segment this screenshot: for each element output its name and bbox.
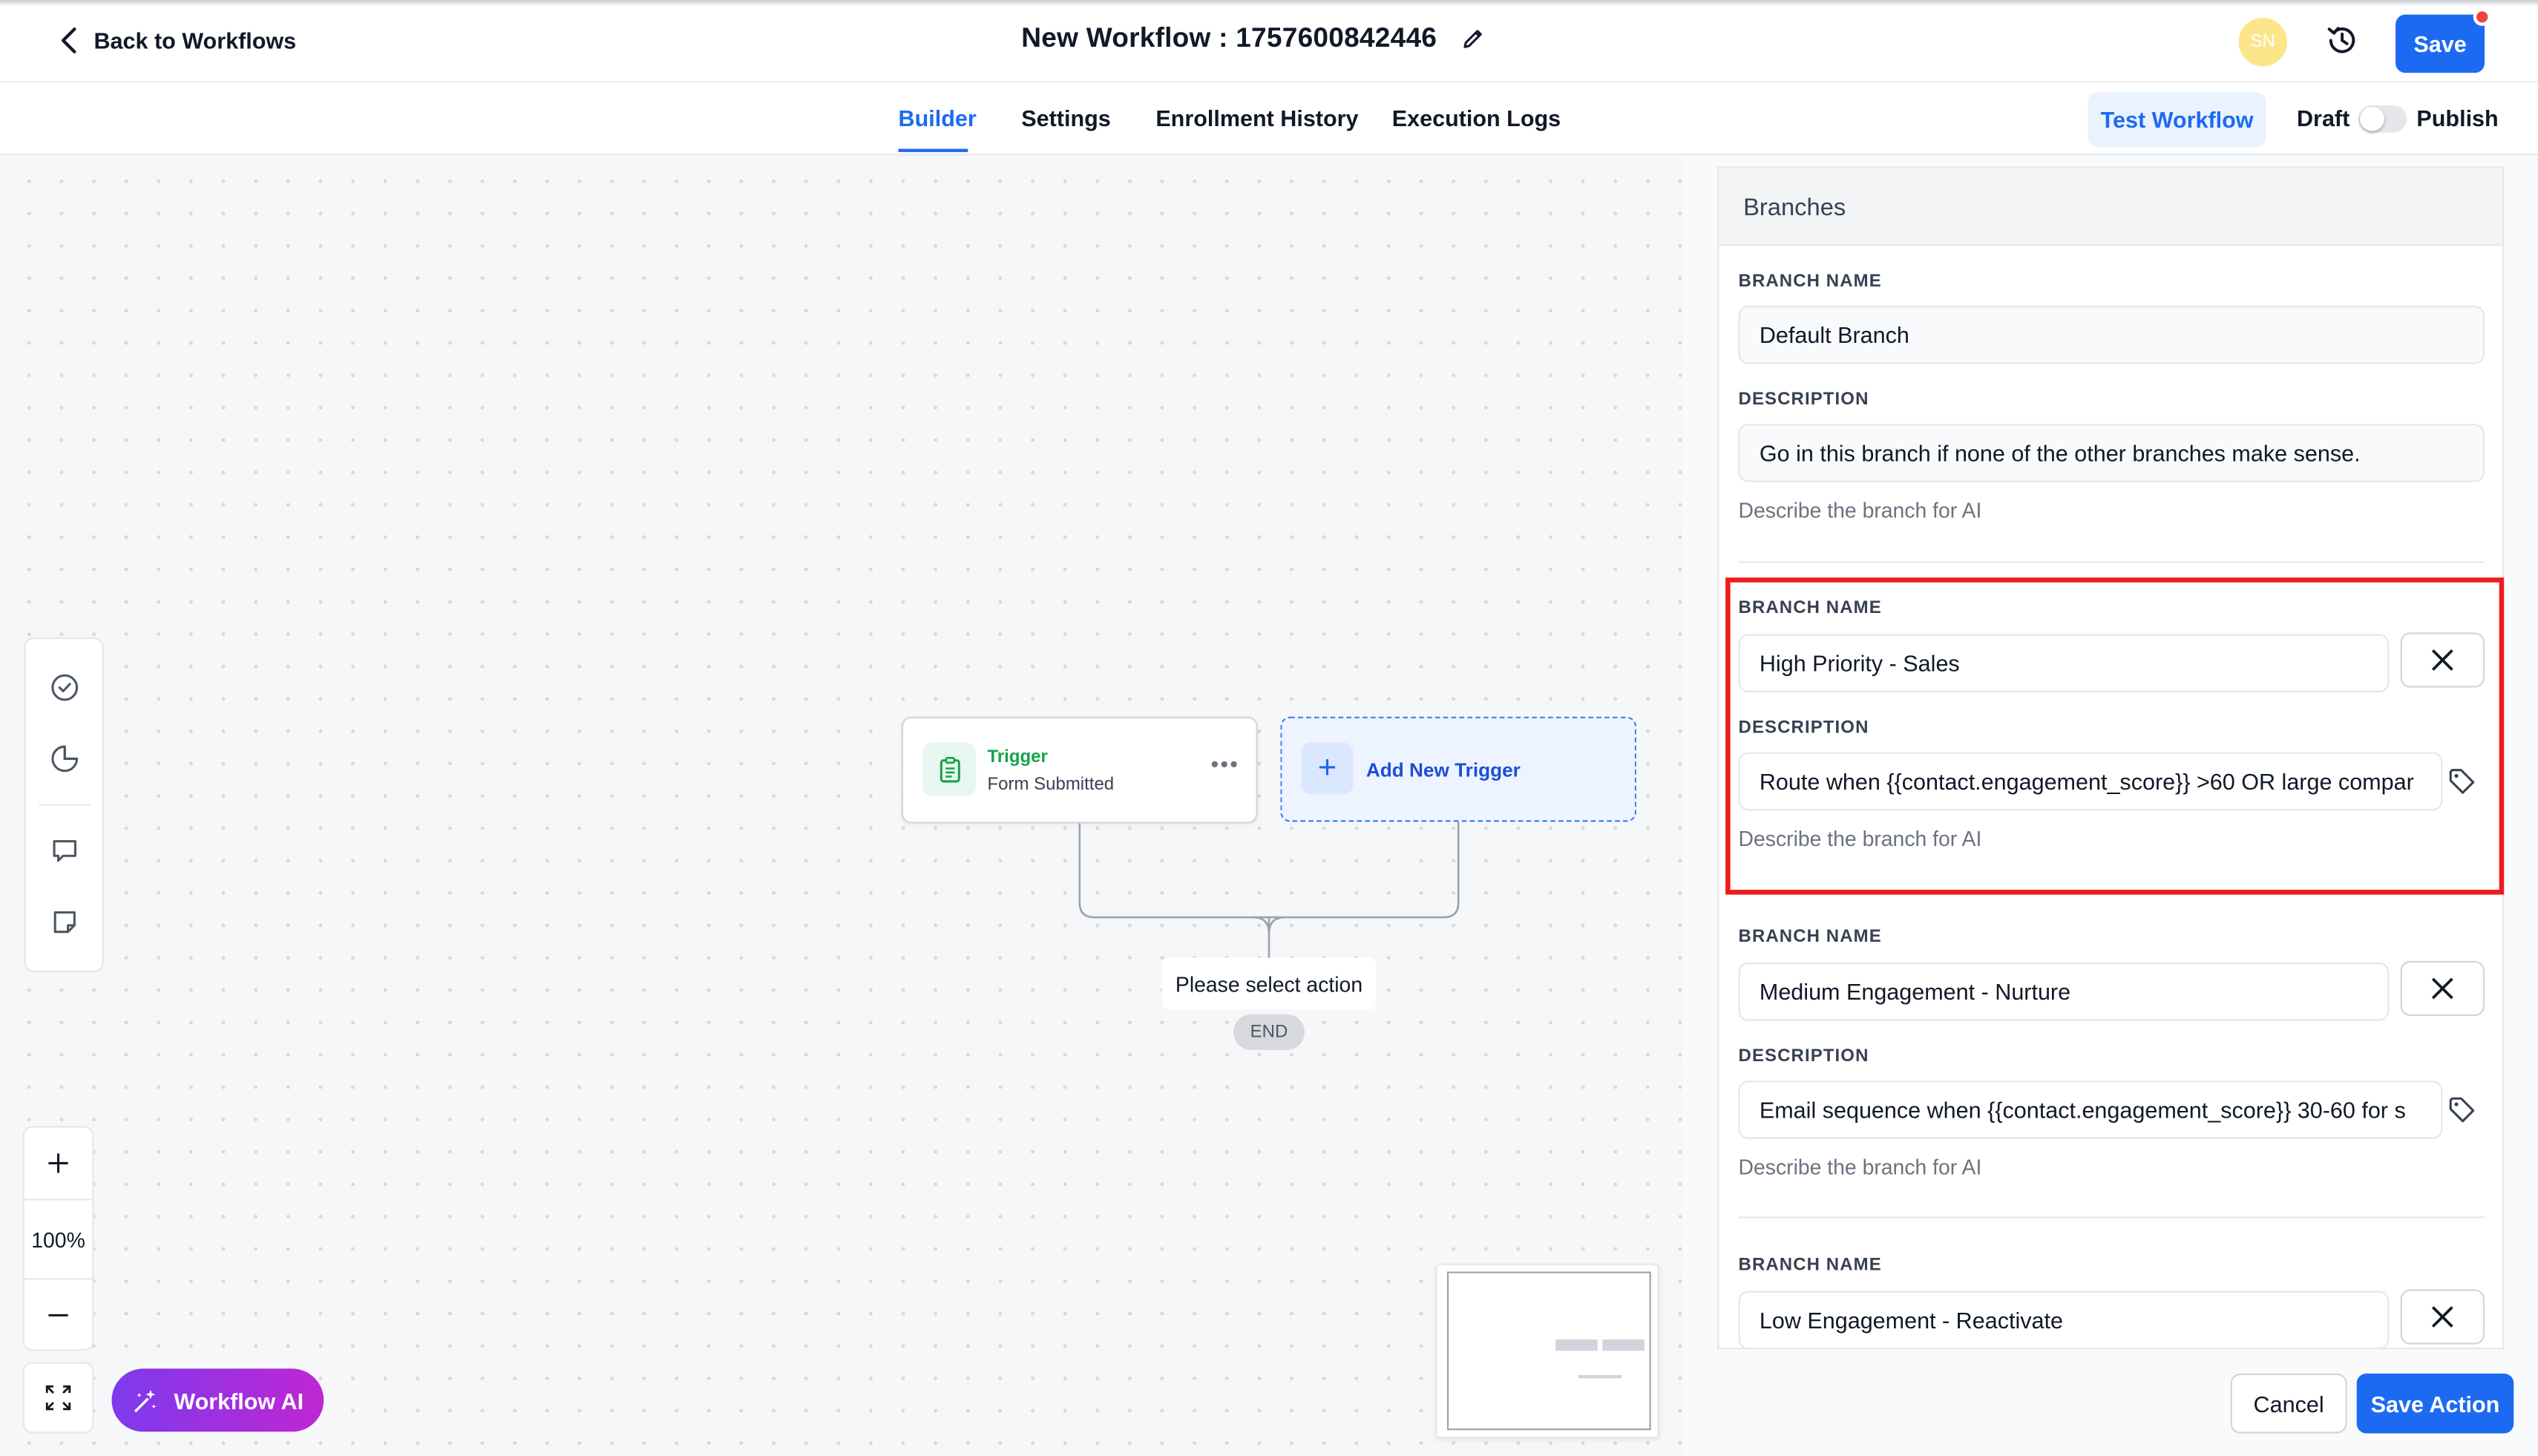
chevron-left-icon	[61, 27, 76, 53]
toolbox-separator	[39, 804, 91, 806]
zoom-out-button[interactable]	[24, 1279, 93, 1351]
workflow-title-group: New Workflow : 1757600842446	[1021, 23, 1485, 56]
more-options-icon[interactable]: •••	[1210, 751, 1239, 777]
branch-divider	[1738, 561, 2485, 563]
active-tab-underline	[898, 148, 968, 152]
branch-name-label: BRANCH NAME	[1738, 927, 1882, 947]
minimap-node	[1578, 1375, 1622, 1379]
description-label: DESCRIPTION	[1738, 390, 1869, 410]
test-workflow-button[interactable]: Test Workflow	[2088, 92, 2266, 148]
tab-builder[interactable]: Builder	[899, 105, 977, 131]
branch-name-input[interactable]: Medium Engagement - Nurture	[1738, 963, 2390, 1021]
back-to-workflows-link[interactable]: Back to Workflows	[59, 26, 297, 55]
branch-description-input[interactable]: Email sequence when {{contact.engagement…	[1738, 1080, 2443, 1139]
branch-name-input[interactable]: Default Branch	[1738, 306, 2485, 364]
tab-bar: Builder Settings Enrollment History Exec…	[0, 82, 2538, 156]
plus-icon	[48, 1153, 68, 1173]
trigger-node[interactable]: Trigger Form Submitted •••	[901, 716, 1258, 824]
tag-icon[interactable]	[2447, 1095, 2476, 1124]
workflow-canvas[interactable]: Trigger Form Submitted ••• + Add New Tri…	[0, 155, 1684, 1456]
publish-label: Publish	[2416, 105, 2499, 131]
cancel-button[interactable]: Cancel	[2230, 1373, 2347, 1434]
panel-header: Branches	[1719, 168, 2503, 246]
branch-helper-text: Describe the branch for AI	[1738, 498, 1982, 523]
tab-execution-logs[interactable]: Execution Logs	[1392, 105, 1561, 131]
minimap-node	[1555, 1339, 1598, 1351]
fit-view-button[interactable]	[22, 1362, 94, 1434]
branch-name-input[interactable]: Low Engagement - Reactivate	[1738, 1291, 2390, 1348]
add-new-trigger-node[interactable]: + Add New Trigger	[1280, 716, 1637, 822]
save-action-button[interactable]: Save Action	[2356, 1373, 2514, 1434]
header-shade	[0, 0, 2538, 7]
description-label: DESCRIPTION	[1738, 1046, 1869, 1066]
notification-dot	[2473, 7, 2491, 26]
zoom-controls: 100%	[22, 1126, 94, 1351]
comment-icon[interactable]	[48, 835, 81, 868]
zoom-level: 100%	[31, 1227, 85, 1252]
branch-helper-text: Describe the branch for AI	[1738, 1155, 1982, 1180]
publish-toggle[interactable]	[2358, 105, 2407, 133]
branch-description-input[interactable]: Go in this branch if none of the other b…	[1738, 424, 2485, 482]
canvas-toolbox	[24, 637, 104, 973]
close-icon	[2431, 977, 2453, 1000]
check-circle-icon[interactable]	[48, 672, 81, 704]
highlighted-branch-box	[1725, 577, 2505, 895]
sticky-note-icon[interactable]	[48, 906, 81, 939]
branch-name-label: BRANCH NAME	[1738, 272, 1882, 292]
history-icon[interactable]	[2324, 23, 2360, 59]
clipboard-icon	[922, 742, 977, 796]
toggle-knob	[2360, 106, 2384, 131]
branch-name-label: BRANCH NAME	[1738, 1255, 1882, 1275]
back-label: Back to Workflows	[94, 27, 297, 53]
pie-chart-icon[interactable]	[48, 743, 81, 775]
save-button[interactable]: Save	[2396, 14, 2485, 73]
tab-enrollment-history[interactable]: Enrollment History	[1155, 105, 1358, 131]
remove-branch-button[interactable]	[2400, 960, 2485, 1017]
panel-title: Branches	[1743, 194, 1846, 222]
draft-label: Draft	[2297, 105, 2350, 131]
select-action-node[interactable]: Please select action	[1162, 957, 1376, 1010]
zoom-in-button[interactable]	[24, 1127, 93, 1198]
trigger-subtitle: Form Submitted	[987, 775, 1115, 795]
pencil-icon[interactable]	[1460, 26, 1486, 52]
minimap-node	[1602, 1339, 1645, 1351]
expand-icon	[45, 1385, 71, 1411]
trigger-title: Trigger	[987, 747, 1048, 767]
close-icon	[2431, 1306, 2453, 1328]
workflow-ai-label: Workflow AI	[174, 1387, 304, 1414]
minus-icon	[48, 1314, 68, 1316]
branch-divider	[1738, 1216, 2485, 1219]
sparkle-wand-icon	[135, 1388, 157, 1411]
plus-icon: +	[1301, 742, 1354, 795]
end-node: END	[1233, 1014, 1305, 1050]
top-header: Back to Workflows New Workflow : 1757600…	[0, 0, 2538, 83]
minimap[interactable]	[1435, 1263, 1659, 1439]
add-trigger-label: Add New Trigger	[1365, 758, 1521, 781]
remove-branch-button[interactable]	[2400, 1289, 2485, 1345]
user-avatar[interactable]: SN	[2238, 17, 2287, 67]
workflow-ai-button[interactable]: Workflow AI	[111, 1368, 324, 1432]
minimap-viewport	[1446, 1271, 1651, 1431]
workflow-title: New Workflow : 1757600842446	[1021, 22, 1437, 53]
tab-settings[interactable]: Settings	[1021, 105, 1110, 131]
